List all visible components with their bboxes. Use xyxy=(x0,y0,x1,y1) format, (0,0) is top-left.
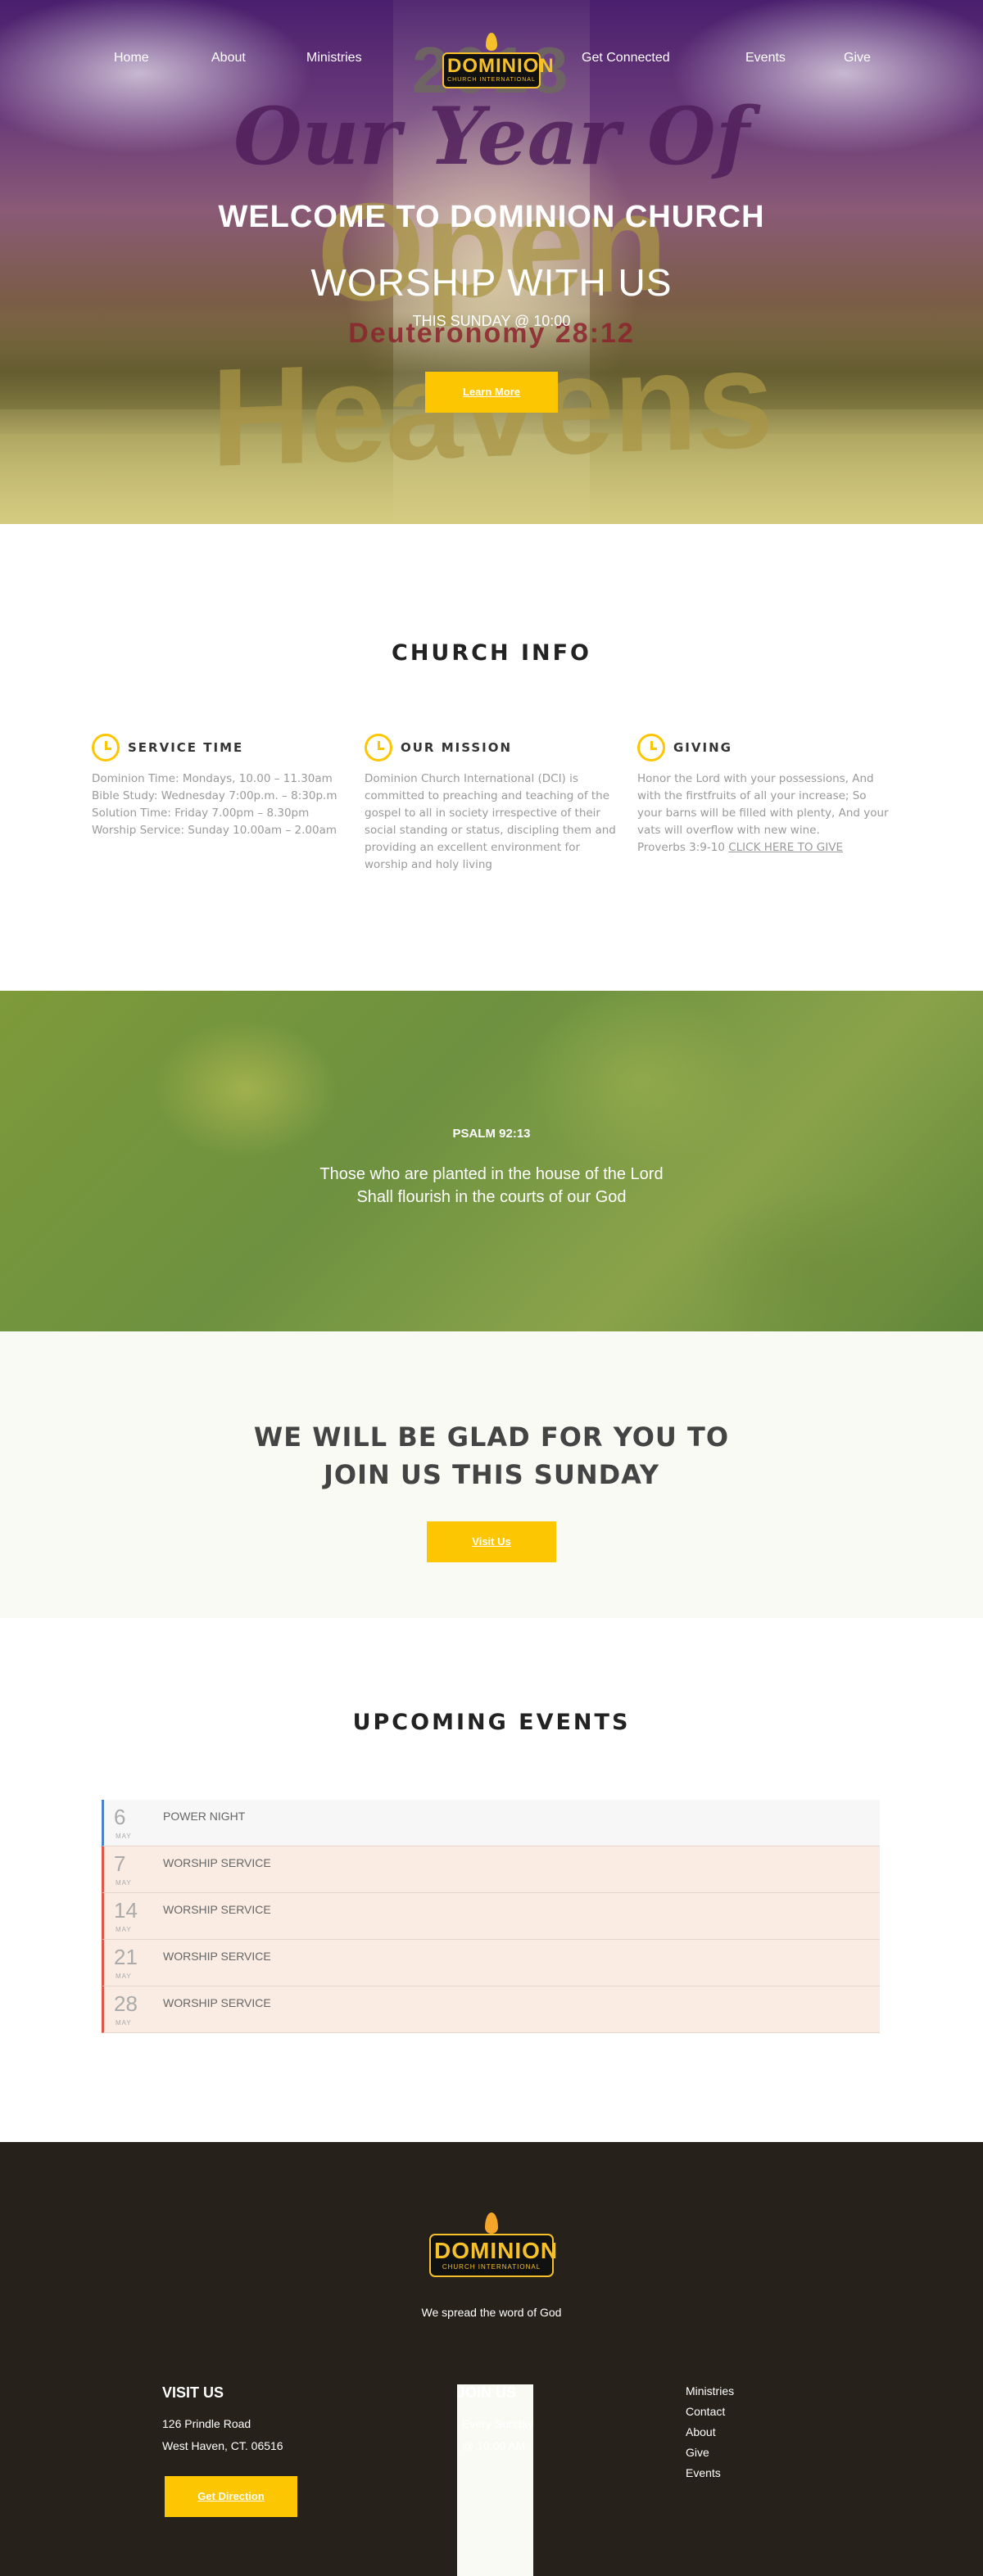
giving-lines: Honor the Lord with your possessions, An… xyxy=(637,771,891,856)
event-month: MAY xyxy=(116,2019,132,2027)
footer-link-about[interactable]: About xyxy=(686,2422,734,2443)
service-time-lines: Dominion Time: Mondays, 10.00 – 11.30am … xyxy=(92,771,346,839)
nav-events[interactable]: Events xyxy=(745,51,786,66)
logo-sub: CHURCH INTERNATIONAL xyxy=(447,77,536,83)
hero-welcome: WELCOME TO DOMINION CHURCH xyxy=(218,200,765,234)
service-time-heading: SERVICE TIME xyxy=(128,740,244,755)
nav-home[interactable]: Home xyxy=(114,51,149,66)
psalm-ref: PSALM 92:13 xyxy=(452,1127,531,1141)
join-us-heading: JOIN US xyxy=(457,2384,517,2401)
event-list: 6 MAY POWER NIGHT 7 MAY WORSHIP SERVICE … xyxy=(102,1800,880,2033)
event-day: 14 xyxy=(114,1898,138,1923)
join-section: WE WILL BE GLAD FOR YOU TO JOIN US THIS … xyxy=(0,1331,983,1618)
event-name: WORSHIP SERVICE xyxy=(163,1903,271,1916)
service-line: Worship Service: Sunday 10.00am – 2.00am xyxy=(92,824,337,837)
join-line: WE WILL BE GLAD FOR YOU TO xyxy=(253,1421,730,1453)
footer-link-events[interactable]: Events xyxy=(686,2463,734,2483)
footer-logo[interactable]: DOMINION CHURCH INTERNATIONAL xyxy=(429,2212,559,2278)
footer-logo-word: DOMINION xyxy=(434,2238,559,2263)
flame-icon xyxy=(486,33,497,51)
footer-logo-sub: CHURCH INTERNATIONAL xyxy=(442,2263,541,2271)
event-row[interactable]: 14 MAY WORSHIP SERVICE xyxy=(102,1893,880,1940)
give-link[interactable]: CLICK HERE TO GIVE xyxy=(728,841,843,854)
event-name: POWER NIGHT xyxy=(163,1810,246,1823)
event-month: MAY xyxy=(116,1973,132,1980)
event-month: MAY xyxy=(116,1833,132,1840)
hero-section: 2018 Our Year Of Open Heavens Deuteronom… xyxy=(0,0,983,524)
event-month: MAY xyxy=(116,1879,132,1887)
hero-sunday: THIS SUNDAY @ 10:00 xyxy=(412,313,571,329)
event-day: 6 xyxy=(114,1805,126,1829)
giving-column: GIVING Honor the Lord with your possessi… xyxy=(637,733,891,856)
service-time-head: SERVICE TIME xyxy=(92,733,346,762)
hero-worship: WORSHIP WITH US xyxy=(310,261,673,304)
footer-logo-plate: DOMINION CHURCH INTERNATIONAL xyxy=(429,2234,559,2277)
join-heading: WE WILL BE GLAD FOR YOU TO JOIN US THIS … xyxy=(0,1418,983,1494)
mission-heading: OUR MISSION xyxy=(401,740,513,755)
giving-heading: GIVING xyxy=(673,740,732,755)
mission-column: OUR MISSION Dominion Church Internationa… xyxy=(365,733,618,874)
mission-head: OUR MISSION xyxy=(365,733,618,762)
psalm-line: Those who are planted in the house of th… xyxy=(319,1165,664,1183)
learn-more-button[interactable]: Learn More xyxy=(425,372,558,413)
mission-text: Dominion Church International (DCI) is c… xyxy=(365,772,616,871)
join-time-line: Every Sunday xyxy=(462,2417,534,2430)
footer-links: Ministries Contact About Give Events xyxy=(686,2381,734,2483)
nav-give[interactable]: Give xyxy=(844,51,871,66)
psalm-banner: PSALM 92:13 Those who are planted in the… xyxy=(0,991,983,1331)
footer-tagline: We spread the word of God xyxy=(421,2306,562,2319)
footer-link-ministries[interactable]: Ministries xyxy=(686,2381,734,2402)
site-footer: DOMINION CHURCH INTERNATIONAL We spread … xyxy=(0,2142,983,2576)
nav-ministries[interactable]: Ministries xyxy=(306,51,362,66)
footer-link-contact[interactable]: Contact xyxy=(686,2402,734,2422)
join-line: JOIN US THIS SUNDAY xyxy=(323,1459,660,1490)
events-title: UPCOMING EVENTS xyxy=(352,1710,631,1735)
event-name: WORSHIP SERVICE xyxy=(163,1856,271,1869)
event-name: WORSHIP SERVICE xyxy=(163,1996,271,2009)
giving-ref-line: Proverbs 3:9-10 CLICK HERE TO GIVE xyxy=(637,839,891,856)
visit-us-heading: VISIT US xyxy=(162,2384,224,2401)
flame-icon xyxy=(485,2212,498,2234)
church-info-title: CHURCH INFO xyxy=(392,640,591,666)
event-day: 28 xyxy=(114,1991,138,2016)
service-line: Bible Study: Wednesday 7:00p.m. – 8:30p.… xyxy=(92,789,337,802)
event-day: 7 xyxy=(114,1851,126,1876)
event-name: WORSHIP SERVICE xyxy=(163,1950,271,1963)
nav-about[interactable]: About xyxy=(211,51,246,66)
event-row[interactable]: 7 MAY WORSHIP SERVICE xyxy=(102,1846,880,1893)
address-line: West Haven, CT. 06516 xyxy=(162,2439,283,2452)
join-us-column: JOIN US Every Sunday @ 10:00 AM xyxy=(457,2384,534,2576)
logo-word: DOMINION xyxy=(447,55,555,77)
event-row[interactable]: 21 MAY WORSHIP SERVICE xyxy=(102,1940,880,1986)
event-row[interactable]: 6 MAY POWER NIGHT xyxy=(102,1800,880,1846)
psalm-line: Shall flourish in the courts of our God xyxy=(356,1188,627,1206)
get-direction-button[interactable]: Get Direction xyxy=(165,2476,297,2517)
clock-icon xyxy=(92,734,120,762)
address-line: 126 Prindle Road xyxy=(162,2417,251,2430)
psalm-quote: Those who are planted in the house of th… xyxy=(0,1163,983,1209)
event-row[interactable]: 28 MAY WORSHIP SERVICE xyxy=(102,1986,880,2033)
event-day: 21 xyxy=(114,1945,138,1969)
visit-us-button[interactable]: Visit Us xyxy=(427,1521,556,1562)
clock-icon xyxy=(637,734,665,762)
service-time-column: SERVICE TIME Dominion Time: Mondays, 10.… xyxy=(92,733,346,839)
church-info-section: CHURCH INFO SERVICE TIME Dominion Time: … xyxy=(0,524,983,991)
nav-get-connected[interactable]: Get Connected xyxy=(582,51,670,66)
logo-plate: DOMINION CHURCH INTERNATIONAL xyxy=(442,52,555,88)
clock-icon xyxy=(365,734,392,762)
giving-text: Honor the Lord with your possessions, An… xyxy=(637,772,889,837)
site-logo[interactable]: DOMINION CHURCH INTERNATIONAL xyxy=(442,33,554,88)
service-line: Solution Time: Friday 7.00pm – 8.30pm xyxy=(92,807,310,820)
footer-link-give[interactable]: Give xyxy=(686,2443,734,2463)
service-line: Dominion Time: Mondays, 10.00 – 11.30am xyxy=(92,772,333,785)
giving-ref: Proverbs 3:9-10 xyxy=(637,841,725,854)
giving-head: GIVING xyxy=(637,733,891,762)
join-time-line: @ 10:00 AM xyxy=(462,2439,526,2452)
event-month: MAY xyxy=(116,1926,132,1933)
visit-us-column: VISIT US 126 Prindle Road West Haven, CT… xyxy=(162,2384,283,2457)
events-section: UPCOMING EVENTS 6 MAY POWER NIGHT 7 MAY … xyxy=(0,1618,983,2142)
